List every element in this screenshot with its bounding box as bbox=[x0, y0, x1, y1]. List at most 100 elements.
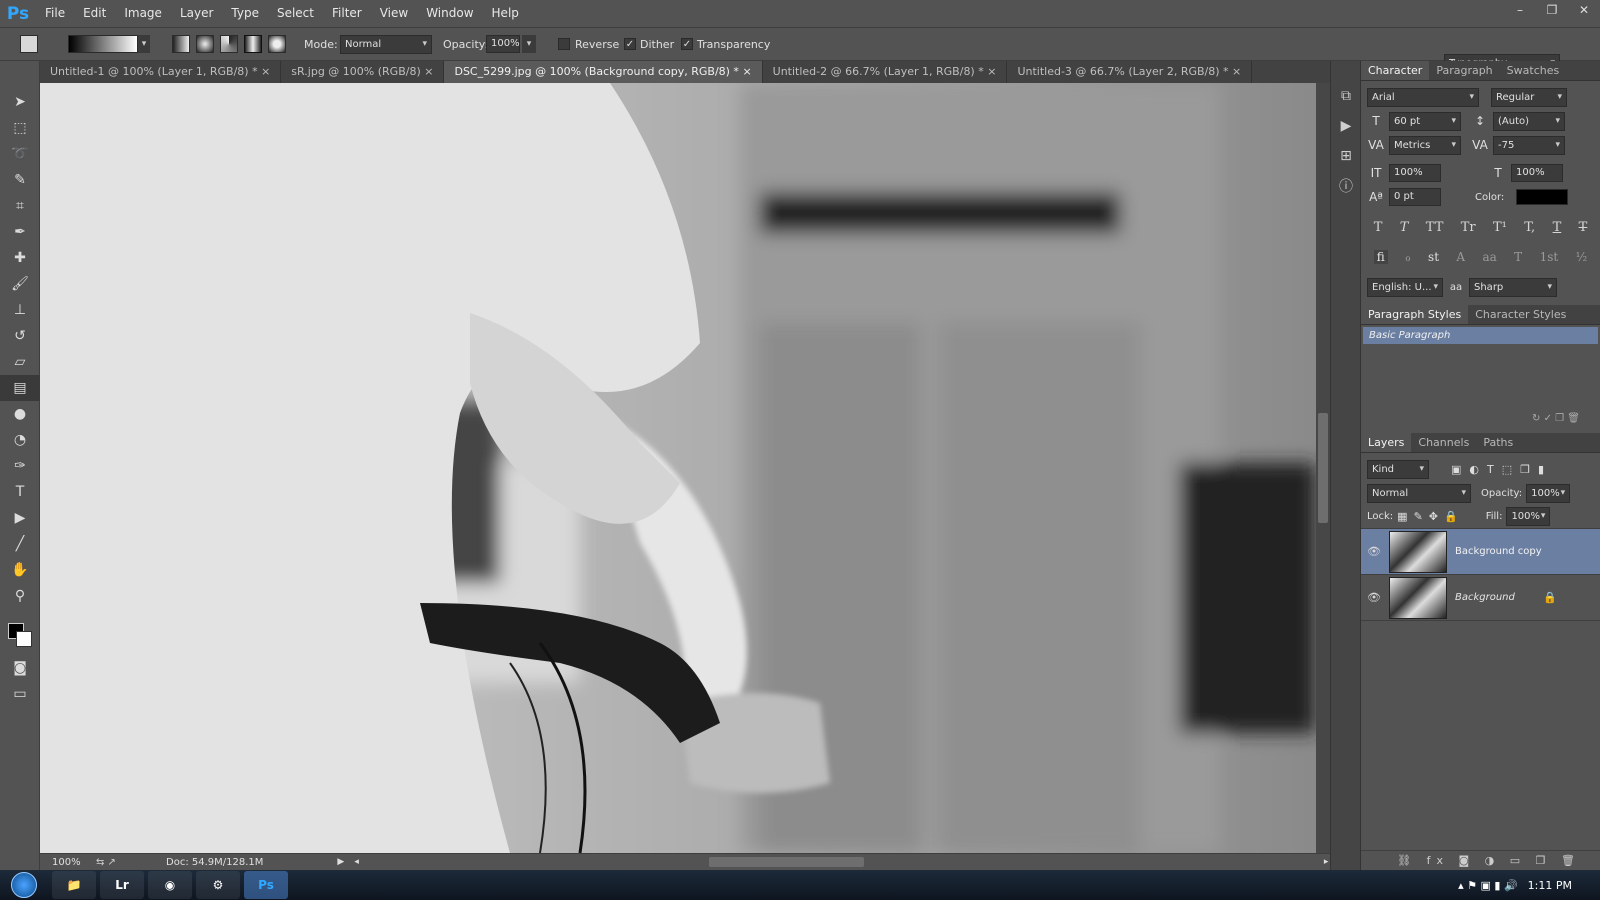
stylistic-alternates-button[interactable]: aa bbox=[1482, 250, 1496, 264]
blur-tool-icon[interactable]: ● bbox=[0, 401, 40, 427]
horizontal-scale-input[interactable]: 100% bbox=[1511, 164, 1563, 182]
all-caps-button[interactable]: TT bbox=[1426, 220, 1444, 235]
baseline-shift-input[interactable]: 0 pt bbox=[1389, 188, 1441, 206]
tab-untitled-3[interactable]: Untitled-3 @ 66.7% (Layer 2, RGB/8) * × bbox=[1007, 61, 1253, 83]
hand-tool-icon[interactable]: ✋ bbox=[0, 557, 40, 583]
layer-row[interactable]: 👁 Background 🔒 bbox=[1361, 575, 1600, 621]
clone-stamp-tool-icon[interactable]: ⊥ bbox=[0, 297, 40, 323]
history-panel-icon[interactable]: ⧉ bbox=[1331, 81, 1361, 111]
close-window-button[interactable]: ✕ bbox=[1568, 0, 1600, 20]
menu-layer[interactable]: Layer bbox=[171, 0, 222, 27]
linear-gradient-button[interactable] bbox=[172, 35, 190, 53]
superscript-button[interactable]: T¹ bbox=[1493, 220, 1507, 235]
menu-type[interactable]: Type bbox=[222, 0, 268, 27]
faux-italic-button[interactable]: T bbox=[1400, 220, 1409, 235]
vertical-scroll-thumb[interactable] bbox=[1318, 413, 1328, 523]
tab-character-styles[interactable]: Character Styles bbox=[1468, 305, 1573, 324]
tab-swatches[interactable]: Swatches bbox=[1500, 61, 1567, 80]
tab-channels[interactable]: Channels bbox=[1411, 433, 1476, 452]
type-tool-icon[interactable]: T bbox=[0, 479, 40, 505]
layer-opacity-input[interactable]: 100% bbox=[1526, 483, 1571, 503]
eye-icon[interactable]: 👁 bbox=[1367, 545, 1381, 558]
small-caps-button[interactable]: Tr bbox=[1461, 220, 1476, 235]
leading-select[interactable]: (Auto) bbox=[1493, 111, 1565, 131]
brush-tool-icon[interactable]: 🖌 bbox=[0, 271, 40, 297]
paragraph-style-item[interactable]: Basic Paragraph bbox=[1363, 327, 1598, 344]
layers-footer-icons[interactable]: ⛓ fx ◙ ◑ ▭ ❐ 🗑 bbox=[1361, 850, 1600, 870]
diamond-gradient-button[interactable] bbox=[268, 35, 286, 53]
kerning-select[interactable]: Metrics bbox=[1389, 135, 1461, 155]
fill-input[interactable]: 100% bbox=[1506, 507, 1551, 526]
lock-icons[interactable]: ▦✎✥🔒 bbox=[1397, 510, 1464, 523]
vertical-scale-input[interactable]: 100% bbox=[1389, 164, 1441, 182]
font-size-select[interactable]: 60 pt bbox=[1389, 111, 1461, 131]
radial-gradient-button[interactable] bbox=[196, 35, 214, 53]
zoom-level[interactable]: 100% bbox=[40, 857, 96, 868]
titling-button[interactable]: T bbox=[1514, 250, 1522, 264]
move-tool-icon[interactable]: ➤ bbox=[0, 89, 40, 115]
antialias-select[interactable]: Sharp bbox=[1469, 277, 1557, 297]
screen-mode-icon[interactable]: ▭ bbox=[0, 681, 40, 707]
tab-paragraph-styles[interactable]: Paragraph Styles bbox=[1361, 305, 1469, 324]
close-icon[interactable]: × bbox=[1232, 65, 1241, 78]
quick-mask-icon[interactable]: ◙ bbox=[0, 655, 40, 681]
tab-paragraph[interactable]: Paragraph bbox=[1429, 61, 1499, 80]
close-icon[interactable]: × bbox=[261, 65, 270, 78]
photoshop-taskbar-icon[interactable]: Ps bbox=[244, 871, 288, 899]
steam-taskbar-icon[interactable]: ⚙ bbox=[196, 871, 240, 899]
close-icon[interactable]: × bbox=[424, 65, 433, 78]
transparency-checkbox[interactable]: ✓ bbox=[681, 38, 693, 50]
history-brush-tool-icon[interactable]: ↺ bbox=[0, 323, 40, 349]
tray-icons[interactable]: ▴ ⚑ ▣ ▮ 🔊 bbox=[1458, 879, 1518, 892]
menu-edit[interactable]: Edit bbox=[74, 0, 115, 27]
menu-help[interactable]: Help bbox=[483, 0, 528, 27]
close-icon[interactable]: × bbox=[742, 65, 751, 78]
start-button[interactable] bbox=[0, 870, 48, 900]
text-color-swatch[interactable] bbox=[1516, 189, 1569, 205]
tab-layers[interactable]: Layers bbox=[1361, 433, 1412, 452]
underline-button[interactable]: T bbox=[1553, 220, 1562, 235]
opacity-dropdown-icon[interactable]: ▾ bbox=[522, 35, 536, 53]
layer-filter-icons[interactable]: ▣◐T⬚❐▮ bbox=[1451, 463, 1552, 476]
subscript-button[interactable]: T, bbox=[1524, 220, 1535, 235]
tracking-select[interactable]: -75 bbox=[1493, 135, 1565, 155]
opacity-input[interactable]: 100% bbox=[486, 35, 520, 53]
pen-tool-icon[interactable]: ✑ bbox=[0, 453, 40, 479]
ligatures-button[interactable]: fi bbox=[1373, 250, 1388, 264]
reverse-checkbox[interactable] bbox=[558, 38, 570, 50]
scroll-right-icon[interactable]: ▸ bbox=[1324, 857, 1329, 867]
tab-untitled-1[interactable]: Untitled-1 @ 100% (Layer 1, RGB/8) * × bbox=[40, 61, 282, 83]
vertical-scrollbar[interactable] bbox=[1316, 83, 1330, 853]
gradient-dropdown-icon[interactable]: ▾ bbox=[138, 35, 150, 53]
angle-gradient-button[interactable] bbox=[220, 35, 238, 53]
menu-filter[interactable]: Filter bbox=[323, 0, 371, 27]
eraser-tool-icon[interactable]: ▱ bbox=[0, 349, 40, 375]
lasso-tool-icon[interactable]: ➰ bbox=[0, 141, 40, 167]
fractions-button[interactable]: ½ bbox=[1576, 250, 1588, 264]
menu-window[interactable]: Window bbox=[417, 0, 482, 27]
healing-brush-tool-icon[interactable]: ✚ bbox=[0, 245, 40, 271]
document-canvas[interactable] bbox=[40, 83, 1316, 853]
eyedropper-tool-icon[interactable]: ✒ bbox=[0, 219, 40, 245]
tab-paths[interactable]: Paths bbox=[1476, 433, 1520, 452]
menu-select[interactable]: Select bbox=[268, 0, 323, 27]
gradient-tool-icon[interactable]: ▤ bbox=[0, 375, 40, 401]
menu-image[interactable]: Image bbox=[115, 0, 171, 27]
tab-sr-jpg[interactable]: sR.jpg @ 100% (RGB/8) × bbox=[281, 61, 445, 83]
marquee-tool-icon[interactable]: ⬚ bbox=[0, 115, 40, 141]
font-style-select[interactable]: Regular bbox=[1491, 87, 1567, 107]
blend-mode-select[interactable]: Normal bbox=[1367, 483, 1471, 503]
strikethrough-button[interactable]: T bbox=[1579, 220, 1588, 235]
minimize-button[interactable]: – bbox=[1504, 0, 1536, 20]
menu-file[interactable]: File bbox=[36, 0, 74, 27]
lightroom-taskbar-icon[interactable]: Lr bbox=[100, 871, 144, 899]
tab-dsc-5299[interactable]: DSC_5299.jpg @ 100% (Background copy, RG… bbox=[444, 61, 763, 83]
background-color-swatch[interactable] bbox=[16, 631, 32, 647]
mode-select[interactable]: Normal bbox=[340, 35, 432, 54]
crop-tool-icon[interactable]: ⌗ bbox=[0, 193, 40, 219]
restore-button[interactable]: ❐ bbox=[1536, 0, 1568, 20]
dither-checkbox[interactable]: ✓ bbox=[624, 38, 636, 50]
quick-selection-tool-icon[interactable]: ✎ bbox=[0, 167, 40, 193]
chrome-taskbar-icon[interactable]: ◉ bbox=[148, 871, 192, 899]
language-select[interactable]: English: U... bbox=[1367, 277, 1443, 297]
